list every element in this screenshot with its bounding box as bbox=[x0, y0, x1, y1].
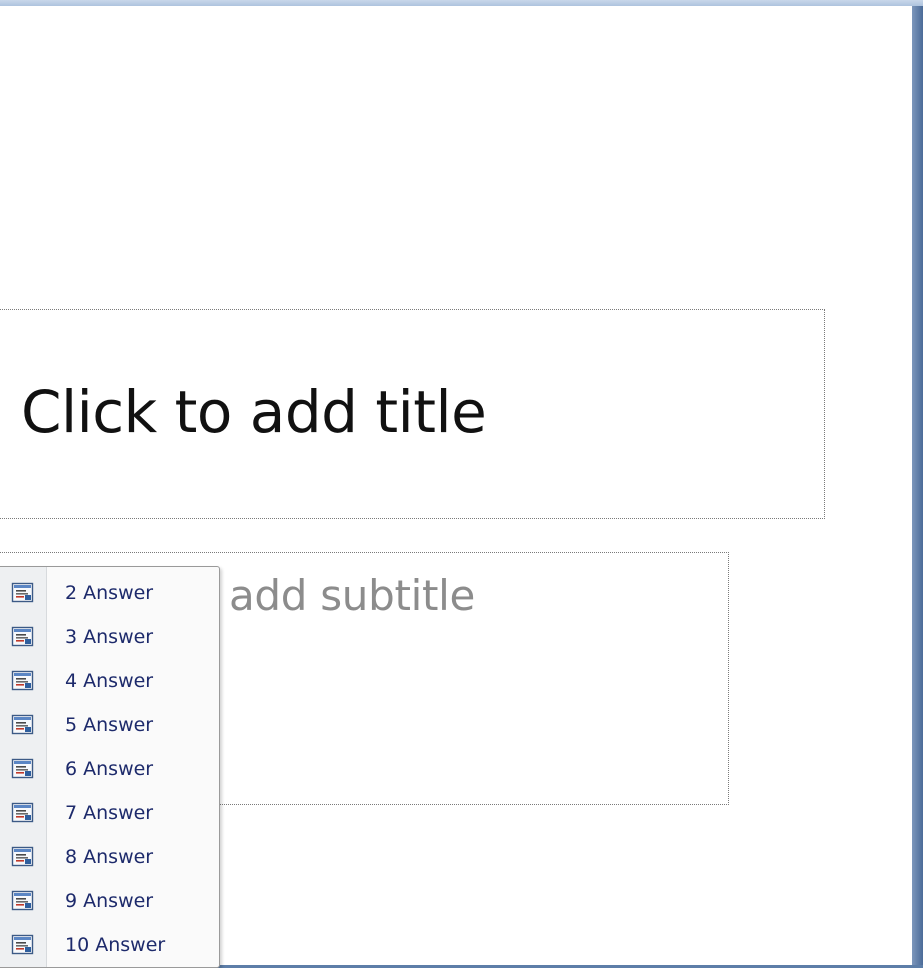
title-placeholder-text: Click to add title bbox=[21, 378, 487, 446]
menu-item-4-answer[interactable]: 4 Answer bbox=[0, 659, 219, 703]
subtitle-placeholder-text: add subtitle bbox=[229, 571, 476, 620]
menu-item-5-answer[interactable]: 5 Answer bbox=[0, 703, 219, 747]
menu-item-3-answer[interactable]: 3 Answer bbox=[0, 615, 219, 659]
window-frame: Click to add title add subtitle 2 Answer bbox=[0, 0, 923, 968]
slide-layout-icon bbox=[11, 626, 34, 647]
slide-layout-icon bbox=[11, 714, 34, 735]
menu-item-2-answer[interactable]: 2 Answer bbox=[0, 571, 219, 615]
title-placeholder[interactable]: Click to add title bbox=[0, 309, 825, 519]
menu-item-label: 4 Answer bbox=[65, 670, 154, 692]
slide-layout-icon bbox=[11, 758, 34, 779]
slide-canvas[interactable]: Click to add title add subtitle 2 Answer bbox=[0, 6, 912, 968]
answer-count-menu: 2 Answer 3 Answer 4 Answer 5 Answer 6 An… bbox=[0, 566, 220, 968]
menu-item-6-answer[interactable]: 6 Answer bbox=[0, 747, 219, 791]
menu-item-label: 7 Answer bbox=[65, 802, 154, 824]
menu-item-label: 2 Answer bbox=[65, 582, 154, 604]
slide-layout-icon bbox=[11, 846, 34, 867]
menu-item-label: 3 Answer bbox=[65, 626, 154, 648]
menu-item-7-answer[interactable]: 7 Answer bbox=[0, 791, 219, 835]
menu-item-label: 10 Answer bbox=[65, 934, 166, 956]
menu-item-label: 8 Answer bbox=[65, 846, 154, 868]
menu-item-label: 5 Answer bbox=[65, 714, 154, 736]
window-right-border bbox=[912, 6, 923, 965]
slide-layout-icon bbox=[11, 582, 34, 603]
slide-layout-icon bbox=[11, 670, 34, 691]
menu-item-9-answer[interactable]: 9 Answer bbox=[0, 879, 219, 923]
slide-layout-icon bbox=[11, 934, 34, 955]
menu-item-10-answer[interactable]: 10 Answer bbox=[0, 923, 219, 967]
menu-item-8-answer[interactable]: 8 Answer bbox=[0, 835, 219, 879]
menu-item-label: 6 Answer bbox=[65, 758, 154, 780]
slide-layout-icon bbox=[11, 890, 34, 911]
menu-item-label: 9 Answer bbox=[65, 890, 154, 912]
slide-layout-icon bbox=[11, 802, 34, 823]
